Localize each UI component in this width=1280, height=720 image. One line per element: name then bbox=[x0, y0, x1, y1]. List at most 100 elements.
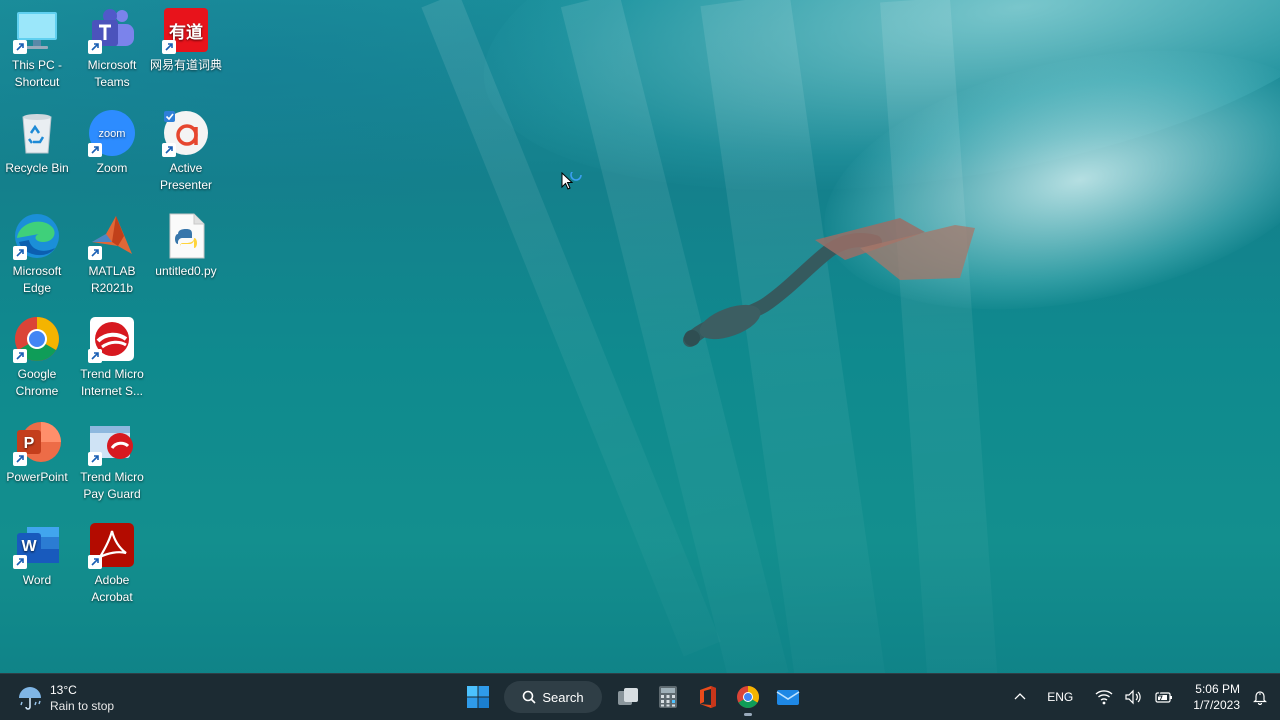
desktop-icon-powerpoint[interactable]: P PowerPoint bbox=[0, 414, 74, 486]
search-label: Search bbox=[542, 689, 584, 705]
desktop-icon-label: Microsoft Teams bbox=[87, 58, 137, 89]
desktop-icon-label: untitled0.py bbox=[155, 264, 217, 278]
teams-icon bbox=[88, 6, 136, 54]
desktop-icon-trend-micro[interactable]: Trend Micro Internet S... bbox=[75, 311, 149, 399]
volume-button[interactable] bbox=[1125, 689, 1143, 705]
clock-date: 1/7/2023 bbox=[1193, 698, 1240, 712]
clock-time: 5:06 PM bbox=[1195, 682, 1240, 696]
desktop-icon-matlab[interactable]: MATLAB R2021b bbox=[75, 208, 149, 296]
shortcut-arrow-icon bbox=[13, 452, 27, 466]
show-hidden-icons-button[interactable] bbox=[1013, 690, 1027, 704]
powerpoint-logo-letter: P bbox=[24, 435, 35, 452]
mouse-cursor-busy-icon bbox=[561, 172, 582, 190]
shortcut-arrow-icon bbox=[88, 555, 102, 569]
desktop-icon-pay-guard[interactable]: Trend Micro Pay Guard bbox=[75, 414, 149, 502]
desktop-icon-label: Trend Micro Pay Guard bbox=[80, 470, 144, 501]
desktop-icon-zoom[interactable]: zoom Zoom bbox=[75, 105, 149, 177]
system-tray: ENG 5:06 PM 1/7/2023 bbox=[1007, 674, 1280, 720]
word-logo-letter: W bbox=[21, 538, 37, 555]
desktop-icon-label: 网易有道词典 bbox=[149, 58, 222, 72]
windows-start-icon bbox=[467, 686, 489, 708]
desktop-icon-label: Trend Micro Internet S... bbox=[80, 367, 144, 398]
desktop-icon-python-file[interactable]: untitled0.py bbox=[149, 208, 223, 280]
desktop-icon-label: Recycle Bin bbox=[5, 161, 69, 175]
desktop-icon-acrobat[interactable]: Adobe Acrobat bbox=[75, 517, 149, 605]
office-button[interactable] bbox=[688, 678, 728, 716]
desktop-icon-this-pc[interactable]: This PC - Shortcut bbox=[0, 2, 74, 90]
acrobat-icon bbox=[88, 521, 136, 569]
zoom-logo-text: zoom bbox=[99, 128, 126, 140]
taskbar: 13°C Rain to stop Search ENG 5:06 PM 1/7… bbox=[0, 673, 1280, 720]
trend-micro-icon bbox=[88, 315, 136, 363]
desktop-icon-label: Zoom bbox=[96, 161, 128, 175]
chrome-taskbar-button[interactable] bbox=[728, 678, 768, 716]
shortcut-arrow-icon bbox=[88, 452, 102, 466]
active-presenter-icon bbox=[162, 109, 210, 157]
shortcut-arrow-icon bbox=[162, 40, 176, 54]
weather-widget[interactable]: 13°C Rain to stop bbox=[16, 680, 114, 716]
desktop-icon-teams[interactable]: Microsoft Teams bbox=[75, 2, 149, 90]
desktop-icon-edge[interactable]: Microsoft Edge bbox=[0, 208, 74, 296]
taskbar-search-button[interactable]: Search bbox=[504, 681, 602, 713]
wifi-icon bbox=[1095, 690, 1113, 705]
desktop-icon-label: Microsoft Edge bbox=[12, 264, 62, 295]
desktop-icon-active-presenter[interactable]: Active Presenter bbox=[149, 105, 223, 193]
shortcut-arrow-icon bbox=[13, 555, 27, 569]
desktop-icon-label: Google Chrome bbox=[15, 367, 59, 398]
powerpoint-icon: P bbox=[13, 418, 61, 466]
youdao-icon: 有道 bbox=[162, 6, 210, 54]
battery-button[interactable] bbox=[1155, 689, 1173, 705]
recycle-bin-icon bbox=[13, 109, 61, 157]
desktop-icon-youdao[interactable]: 有道 网易有道词典 bbox=[149, 2, 223, 74]
mail-icon bbox=[776, 690, 800, 705]
clock-button[interactable]: 5:06 PM 1/7/2023 bbox=[1193, 681, 1240, 713]
notifications-button[interactable] bbox=[1252, 689, 1268, 705]
calculator-icon bbox=[659, 686, 677, 708]
shortcut-arrow-icon bbox=[13, 349, 27, 363]
desktop-icon-label: Word bbox=[22, 573, 52, 587]
shortcut-arrow-icon bbox=[13, 246, 27, 260]
battery-charging-icon bbox=[1155, 689, 1173, 703]
desktop-icon-word[interactable]: W Word bbox=[0, 517, 74, 589]
running-indicator bbox=[744, 713, 752, 716]
diver-image bbox=[683, 218, 975, 347]
chrome-icon bbox=[13, 315, 61, 363]
pay-guard-icon bbox=[88, 418, 136, 466]
desktop-icon-recycle-bin[interactable]: Recycle Bin bbox=[0, 105, 74, 177]
office-icon bbox=[700, 686, 716, 708]
weather-condition: Rain to stop bbox=[50, 699, 115, 713]
bell-notification-icon bbox=[1253, 691, 1267, 705]
chevron-up-icon bbox=[1014, 693, 1026, 700]
zoom-icon: zoom bbox=[88, 109, 136, 157]
matlab-icon bbox=[88, 212, 136, 260]
shortcut-arrow-icon bbox=[88, 143, 102, 157]
weather-temperature: 13°C bbox=[50, 683, 77, 697]
desktop-icon-chrome[interactable]: Google Chrome bbox=[0, 311, 74, 399]
desktop-wallpaper bbox=[0, 0, 1280, 673]
rain-umbrella-icon bbox=[19, 687, 41, 710]
speaker-icon bbox=[1125, 689, 1141, 705]
python-file-icon bbox=[162, 212, 210, 260]
word-icon: W bbox=[13, 521, 61, 569]
desktop-icon-label: Active Presenter bbox=[159, 161, 213, 192]
desktop-icon-label: PowerPoint bbox=[6, 470, 68, 484]
network-button[interactable] bbox=[1095, 689, 1113, 705]
taskbar-pinned-apps: Search bbox=[458, 678, 808, 716]
task-view-icon bbox=[618, 688, 638, 705]
search-icon bbox=[523, 690, 536, 704]
shortcut-arrow-icon bbox=[162, 143, 176, 157]
task-view-button[interactable] bbox=[608, 678, 648, 716]
desktop-icon-label: MATLAB R2021b bbox=[88, 264, 136, 295]
desktop-icon-label: Adobe Acrobat bbox=[91, 573, 133, 604]
mail-button[interactable] bbox=[768, 678, 808, 716]
desktop-icon-label: This PC - Shortcut bbox=[11, 58, 62, 89]
this-pc-icon bbox=[13, 6, 61, 54]
edge-icon bbox=[13, 212, 61, 260]
shortcut-arrow-icon bbox=[88, 246, 102, 260]
language-indicator[interactable]: ENG bbox=[1047, 690, 1073, 704]
start-button[interactable] bbox=[458, 678, 498, 716]
calculator-button[interactable] bbox=[648, 678, 688, 716]
shortcut-arrow-icon bbox=[13, 40, 27, 54]
shortcut-arrow-icon bbox=[88, 349, 102, 363]
chrome-icon bbox=[737, 686, 759, 708]
